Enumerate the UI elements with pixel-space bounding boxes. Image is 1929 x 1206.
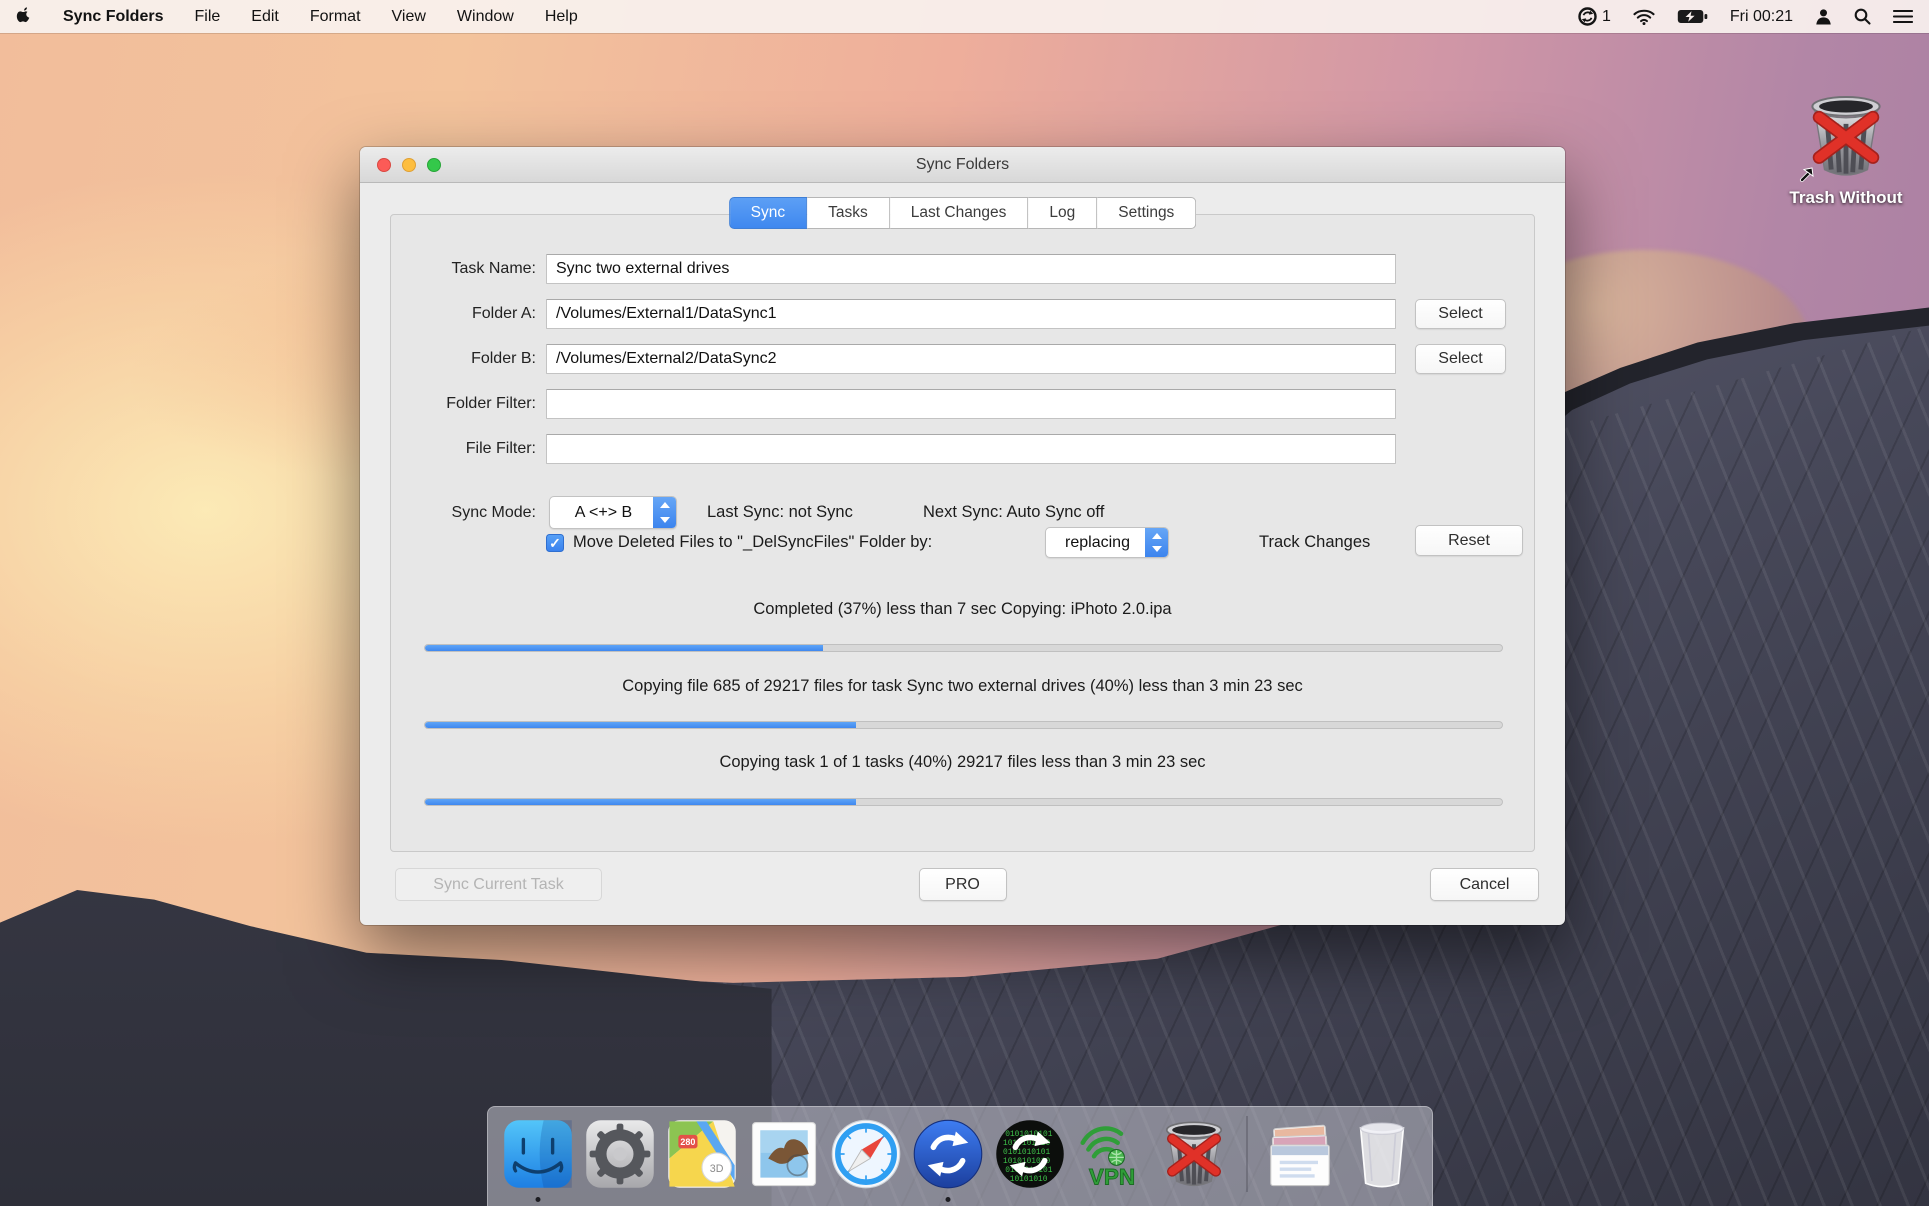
delete-mode-select[interactable]: replacing xyxy=(1045,527,1169,558)
folder-b-label: Folder B: xyxy=(391,344,536,374)
svg-text:VPN: VPN xyxy=(1089,1164,1135,1189)
dock-binary-sync-icon[interactable]: 01010101011010101010 0101010101101010101… xyxy=(994,1118,1066,1190)
progress-task-files-status: Copying file 685 of 29217 files for task… xyxy=(391,677,1534,696)
sync-tab-panel: Task Name: Folder A: Select Folder B: Se… xyxy=(390,214,1535,852)
sync-status-menu-extra[interactable]: 1 xyxy=(1578,7,1611,26)
wifi-icon[interactable] xyxy=(1633,9,1655,25)
zoom-button[interactable] xyxy=(427,158,441,172)
task-name-input[interactable] xyxy=(546,254,1396,284)
user-icon[interactable] xyxy=(1815,8,1832,25)
last-sync-status: Last Sync: not Sync xyxy=(707,496,853,529)
track-changes-label: Track Changes xyxy=(1259,527,1370,558)
menu-bar: Sync Folders File Edit Format View Windo… xyxy=(0,0,1929,33)
sync-folders-window: Sync Folders Sync Tasks Last Changes Log… xyxy=(360,147,1565,925)
desktop-alias-trash-without[interactable]: Trash Without xyxy=(1784,90,1908,208)
svg-text:10101010: 10101010 xyxy=(1010,1175,1048,1184)
dock-system-preferences-icon[interactable] xyxy=(584,1118,656,1190)
apple-menu-icon[interactable] xyxy=(16,7,32,26)
tab-tasks[interactable]: Tasks xyxy=(807,197,890,229)
tab-sync[interactable]: Sync xyxy=(729,197,807,229)
file-filter-label: File Filter: xyxy=(391,434,536,464)
dock-maps-icon[interactable]: 280 3D xyxy=(666,1118,738,1190)
menu-file[interactable]: File xyxy=(194,8,220,26)
sync-mode-select[interactable]: A <+> B xyxy=(549,496,677,529)
pro-button[interactable]: PRO xyxy=(919,868,1007,901)
menubar-clock[interactable]: Fri 00:21 xyxy=(1730,8,1793,26)
tab-settings[interactable]: Settings xyxy=(1097,197,1196,229)
svg-text:280: 280 xyxy=(680,1137,695,1147)
dock-finder-icon[interactable] xyxy=(502,1118,574,1190)
menu-format[interactable]: Format xyxy=(310,8,361,26)
menu-window[interactable]: Window xyxy=(457,8,514,26)
sync-folders-running-dot xyxy=(946,1197,951,1202)
folder-a-select-button[interactable]: Select xyxy=(1415,299,1506,329)
dock: 280 3D xyxy=(487,1106,1433,1206)
file-filter-input[interactable] xyxy=(546,434,1396,464)
alias-label: Trash Without xyxy=(1784,188,1908,208)
window-titlebar[interactable]: Sync Folders xyxy=(360,147,1565,183)
spotlight-search-icon[interactable] xyxy=(1854,8,1871,25)
next-sync-status: Next Sync: Auto Sync off xyxy=(923,496,1104,529)
dock-trash-without-icon[interactable] xyxy=(1158,1118,1230,1190)
finder-running-dot xyxy=(536,1197,541,1202)
move-deleted-label: Move Deleted Files to "_DelSyncFiles" Fo… xyxy=(573,527,932,558)
dock-window-stack-icon[interactable] xyxy=(1264,1118,1336,1190)
progress-fill xyxy=(425,722,856,728)
menu-view[interactable]: View xyxy=(392,8,426,26)
delete-mode-value: replacing xyxy=(1046,534,1145,552)
stepper-arrows-icon xyxy=(1145,528,1168,557)
folder-filter-label: Folder Filter: xyxy=(391,389,536,419)
reset-button[interactable]: Reset xyxy=(1415,525,1523,556)
svg-text:3D: 3D xyxy=(710,1163,724,1175)
folder-a-input[interactable] xyxy=(546,299,1396,329)
progress-bar-overall xyxy=(424,798,1503,806)
dock-sync-folders-icon[interactable] xyxy=(912,1118,984,1190)
stepper-arrows-icon xyxy=(653,497,676,528)
dock-vpn-icon[interactable]: VPN xyxy=(1076,1118,1148,1190)
progress-bar-file xyxy=(424,644,1503,652)
progress-bar-task-files xyxy=(424,721,1503,729)
menu-help[interactable]: Help xyxy=(545,8,578,26)
progress-fill xyxy=(425,645,823,651)
sync-mode-label: Sync Mode: xyxy=(391,496,536,529)
dock-mail-icon[interactable] xyxy=(748,1118,820,1190)
window-title: Sync Folders xyxy=(360,147,1565,183)
folder-b-input[interactable] xyxy=(546,344,1396,374)
menubar-app-name[interactable]: Sync Folders xyxy=(63,8,163,26)
folder-filter-input[interactable] xyxy=(546,389,1396,419)
tab-last-changes[interactable]: Last Changes xyxy=(890,197,1029,229)
cancel-button[interactable]: Cancel xyxy=(1430,868,1539,901)
sync-badge-count: 1 xyxy=(1602,8,1611,26)
notification-center-icon[interactable] xyxy=(1893,9,1913,24)
close-button[interactable] xyxy=(377,158,391,172)
tab-log[interactable]: Log xyxy=(1028,197,1097,229)
dock-safari-icon[interactable] xyxy=(830,1118,902,1190)
menu-edit[interactable]: Edit xyxy=(251,8,279,26)
progress-overall-status: Copying task 1 of 1 tasks (40%) 29217 fi… xyxy=(391,753,1534,772)
dock-separator xyxy=(1246,1116,1248,1192)
folder-a-label: Folder A: xyxy=(391,299,536,329)
sync-mode-value: A <+> B xyxy=(550,504,653,522)
minimize-button[interactable] xyxy=(402,158,416,172)
progress-fill xyxy=(425,799,856,805)
progress-file-status: Completed (37%) less than 7 sec Copying:… xyxy=(391,600,1534,619)
alias-arrow-icon xyxy=(1798,166,1816,184)
battery-charging-icon[interactable] xyxy=(1677,9,1708,24)
svg-text:0101010101: 0101010101 xyxy=(1003,1148,1050,1157)
sync-current-task-button[interactable]: Sync Current Task xyxy=(395,868,602,901)
tab-bar: Sync Tasks Last Changes Log Settings xyxy=(729,197,1197,229)
move-deleted-checkbox[interactable]: ✓ xyxy=(546,534,564,552)
task-name-label: Task Name: xyxy=(391,254,536,284)
dock-trash-icon[interactable] xyxy=(1346,1118,1418,1190)
folder-b-select-button[interactable]: Select xyxy=(1415,344,1506,374)
